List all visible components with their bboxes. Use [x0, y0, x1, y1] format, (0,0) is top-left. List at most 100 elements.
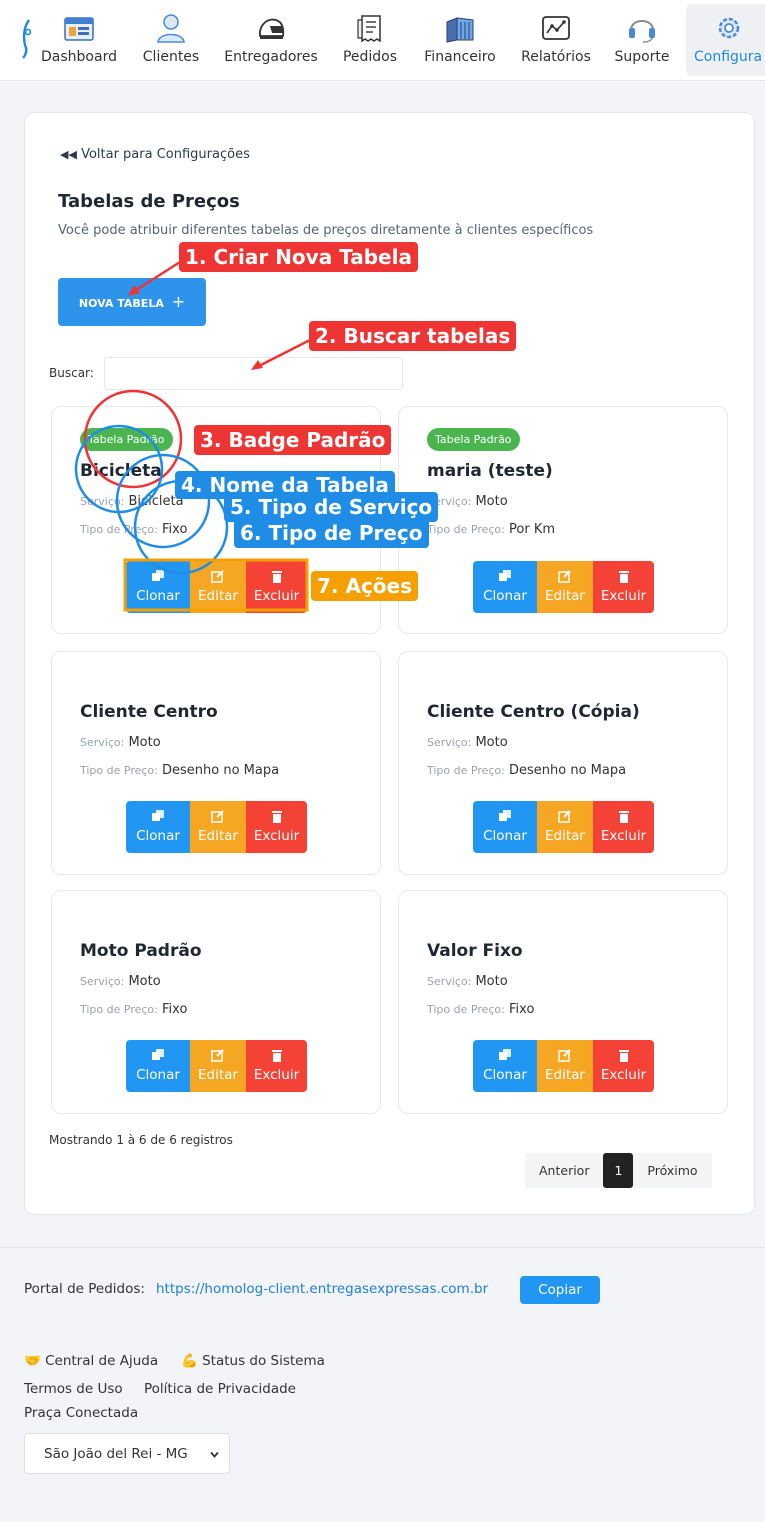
price-type-label: Tipo de Preço: [80, 764, 158, 777]
nav-item-suporte[interactable]: Suporte [608, 0, 676, 81]
helmet-icon [259, 18, 285, 39]
table-service: Serviço: Moto [427, 494, 508, 509]
edit-icon [211, 810, 224, 823]
back-link[interactable]: ◀◀ Voltar para Configurações [60, 147, 250, 162]
clone-button[interactable]: Clonar [473, 801, 537, 853]
price-type-label: Tipo de Preço: [80, 523, 158, 536]
table-service: Serviço: Bicicleta [80, 494, 184, 509]
price-table-card: Moto Padrão Serviço: Moto Tipo de Preço:… [51, 890, 381, 1114]
pagination-page-current[interactable]: 1 [603, 1153, 634, 1188]
service-label: Serviço: [427, 975, 472, 988]
edit-button[interactable]: Editar [537, 1040, 593, 1092]
page-subtitle: Você pode atribuir diferentes tabelas de… [58, 223, 594, 238]
edit-button[interactable]: Editar [190, 1040, 246, 1092]
clone-button[interactable]: Clonar [126, 561, 190, 613]
table-name: Cliente Centro [80, 702, 218, 722]
service-value: Moto [128, 735, 161, 750]
portal-url-link[interactable]: https://homolog-client.entregasexpressas… [156, 1281, 488, 1297]
delete-button[interactable]: Excluir [593, 1040, 654, 1092]
edit-button[interactable]: Editar [537, 801, 593, 853]
nav-item-clientes[interactable]: Clientes [136, 0, 206, 81]
nav-label: Pedidos [342, 49, 398, 65]
new-table-button[interactable]: NOVA TABELA + [58, 278, 206, 326]
nav-item-pedidos[interactable]: Pedidos [336, 0, 404, 81]
clone-button[interactable]: Clonar [473, 1040, 537, 1092]
nav-item-configuracoes[interactable]: Configura [686, 4, 765, 76]
service-label: Serviço: [80, 736, 125, 749]
price-type-value: Fixo [509, 1002, 535, 1017]
pagination-prev[interactable]: Anterior [525, 1153, 604, 1188]
nav-label: Configura [694, 49, 763, 65]
nav-item-financeiro[interactable]: Financeiro [418, 0, 502, 81]
table-actions: Clonar Editar Excluir [473, 561, 654, 613]
new-table-label: NOVA TABELA [78, 297, 164, 310]
price-type-label: Tipo de Preço: [427, 764, 505, 777]
delete-button[interactable]: Excluir [246, 561, 307, 613]
delete-label: Excluir [600, 828, 647, 844]
table-service: Serviço: Moto [427, 735, 508, 750]
headset-icon [629, 20, 655, 43]
books-icon [446, 17, 474, 43]
edit-button[interactable]: Editar [537, 561, 593, 613]
annotation-label-7: 7. Ações [311, 571, 419, 601]
logo-icon[interactable] [20, 18, 34, 60]
trash-icon [618, 571, 629, 583]
service-label: Serviço: [80, 975, 125, 988]
edit-label: Editar [545, 588, 585, 604]
system-status-link[interactable]: 💪 Status do Sistema [181, 1353, 325, 1369]
table-price-type: Tipo de Preço: Desenho no Mapa [427, 763, 626, 778]
table-service: Serviço: Moto [427, 974, 508, 989]
delete-label: Excluir [600, 1067, 647, 1083]
table-price-type: Tipo de Preço: Fixo [80, 522, 187, 537]
help-center-link[interactable]: 🤝 Central de Ajuda [24, 1353, 158, 1369]
delete-button[interactable]: Excluir [246, 801, 307, 853]
top-navigation: Dashboard Clientes Entregadores Pedidos [0, 0, 765, 81]
price-type-value: Desenho no Mapa [509, 763, 627, 778]
table-price-type: Tipo de Preço: Desenho no Mapa [80, 763, 279, 778]
edit-button[interactable]: Editar [190, 561, 246, 613]
price-type-value: Fixo [162, 522, 188, 537]
gear-icon [718, 17, 739, 39]
trash-icon [618, 811, 629, 823]
terms-link[interactable]: Termos de Uso [24, 1381, 123, 1397]
city-select[interactable]: São João del Rei - MG [24, 1433, 230, 1474]
clone-label: Clonar [483, 588, 527, 604]
clone-button[interactable]: Clonar [126, 801, 190, 853]
chevron-down-icon [210, 1451, 219, 1458]
delete-button[interactable]: Excluir [246, 1040, 307, 1092]
price-type-label: Tipo de Preço: [80, 1003, 158, 1016]
portal-label: Portal de Pedidos: [24, 1281, 145, 1297]
nav-item-relatorios[interactable]: Relatórios [516, 0, 596, 81]
clone-label: Clonar [136, 828, 180, 844]
clone-button[interactable]: Clonar [126, 1040, 190, 1092]
clone-label: Clonar [483, 828, 527, 844]
nav-item-entregadores[interactable]: Entregadores [220, 0, 322, 81]
table-price-type: Tipo de Preço: Fixo [427, 1002, 534, 1017]
delete-label: Excluir [253, 828, 300, 844]
search-input[interactable] [104, 357, 403, 390]
service-value: Moto [475, 974, 508, 989]
annotation-label-6: 6. Tipo de Preço [234, 518, 429, 548]
privacy-link[interactable]: Política de Privacidade [144, 1381, 296, 1397]
table-actions: Clonar Editar Excluir [473, 801, 654, 853]
pagination-next[interactable]: Próximo [633, 1153, 712, 1188]
edit-icon [558, 570, 571, 583]
edit-label: Editar [198, 588, 238, 604]
delete-button[interactable]: Excluir [593, 561, 654, 613]
table-name: Moto Padrão [80, 941, 202, 961]
trash-icon [271, 571, 282, 583]
copy-icon [152, 570, 164, 581]
city-selected-value: São João del Rei - MG [44, 1446, 188, 1462]
copy-button[interactable]: Copiar [520, 1276, 600, 1304]
price-table-card: Cliente Centro (Cópia) Serviço: Moto Tip… [398, 651, 728, 875]
nav-item-dashboard[interactable]: Dashboard [36, 0, 122, 81]
clone-label: Clonar [483, 1067, 527, 1083]
price-type-value: Por Km [509, 522, 556, 537]
clone-label: Clonar [136, 1067, 180, 1083]
edit-button[interactable]: Editar [190, 801, 246, 853]
edit-label: Editar [545, 828, 585, 844]
clone-button[interactable]: Clonar [473, 561, 537, 613]
price-type-value: Fixo [162, 1002, 188, 1017]
delete-button[interactable]: Excluir [593, 801, 654, 853]
table-name: Bicicleta [80, 461, 162, 481]
